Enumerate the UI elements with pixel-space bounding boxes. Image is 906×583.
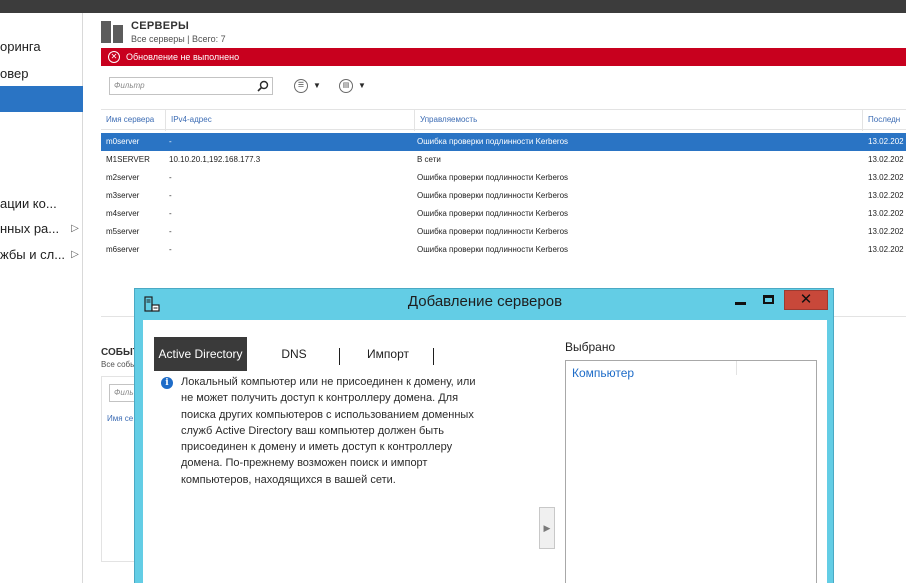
cell-name: m4server <box>106 209 140 218</box>
selected-label: Выбрано <box>565 340 616 354</box>
tab-separator <box>433 348 434 365</box>
nav-item[interactable]: овер <box>0 61 83 87</box>
cell-name: m3server <box>106 191 140 200</box>
save-icon: ▤ <box>339 79 353 93</box>
tab-import[interactable]: Импорт <box>348 337 428 371</box>
cell-date: 13.02.202 <box>868 209 904 218</box>
minimize-icon <box>735 302 746 305</box>
cell-status: Ошибка проверки подлинности Kerberos <box>417 227 569 236</box>
events-subtitle: Все собы <box>101 360 136 369</box>
maximize-icon <box>763 295 774 304</box>
column-separator <box>736 361 737 375</box>
cell-status: В сети <box>417 155 441 164</box>
cell-name: m5server <box>106 227 140 236</box>
selected-list[interactable]: Компьютер <box>565 360 817 583</box>
close-icon: ✕ <box>799 291 813 308</box>
cell-ip: - <box>169 245 172 254</box>
cell-ip: - <box>169 173 172 182</box>
expand-arrow-icon[interactable]: ▷ <box>70 216 80 242</box>
info-message: Локальный компьютер или не присоединен к… <box>181 374 521 488</box>
servers-grid-header: Имя сервера IPv4-адрес Управляемость Пос… <box>101 109 906 131</box>
servers-icon <box>101 21 125 43</box>
cell-date: 13.02.202 <box>868 245 904 254</box>
table-row[interactable]: m3server - Ошибка проверки подлинности Ker… <box>101 187 906 205</box>
info-line: домена. По-прежнему возможен поиск и имп… <box>181 457 428 470</box>
cell-status: Ошибка проверки подлинности Kerberos <box>417 245 569 254</box>
cell-ip: 10.10.20.1,192.168.177.3 <box>169 155 261 164</box>
events-column-header[interactable]: Имя се <box>101 414 133 423</box>
error-text: Обновление не выполнено <box>126 52 240 62</box>
cell-ip: - <box>169 209 172 218</box>
tab-active-directory[interactable]: Active Directory <box>154 337 247 371</box>
column-header-name[interactable]: Имя сервера <box>101 110 165 131</box>
table-row[interactable]: m4server - Ошибка проверки подлинности Ker… <box>101 205 906 223</box>
nav-item[interactable]: ации ко... <box>0 191 83 217</box>
save-query-button[interactable]: ▤ ▼ <box>339 79 369 93</box>
info-icon: i <box>161 377 173 389</box>
column-header-ipv4[interactable]: IPv4-адрес <box>165 110 414 131</box>
events-filter-placeholder: Филь <box>114 388 134 397</box>
table-row[interactable]: m0server - Ошибка проверки подлинности Ker… <box>101 133 906 151</box>
chevron-down-icon: ▼ <box>358 81 366 90</box>
list-options-button[interactable]: ☰ ▼ <box>294 79 324 93</box>
cell-name: M1SERVER <box>106 155 150 164</box>
cell-ip: - <box>169 191 172 200</box>
tab-separator <box>339 348 340 365</box>
info-line: Локальный компьютер или не присоединен к… <box>181 376 476 388</box>
servers-title: СЕРВЕРЫ <box>131 20 190 32</box>
cell-date: 13.02.202 <box>868 227 904 236</box>
cell-name: m6server <box>106 245 140 254</box>
close-button[interactable]: ✕ <box>784 290 828 310</box>
left-navigation: оринга овер ации ко... нных ра... ▷ жбы и сл.… <box>0 13 83 583</box>
table-row[interactable]: m5server - Ошибка проверки подлинности Ker… <box>101 223 906 241</box>
search-icon[interactable] <box>257 80 269 92</box>
column-header-last-update[interactable]: Последн <box>862 110 906 131</box>
info-line: присоединен к домену и иметь доступ к ко… <box>181 441 453 454</box>
maximize-button[interactable] <box>756 290 781 310</box>
cell-ip: - <box>169 227 172 236</box>
tab-dns[interactable]: DNS <box>265 337 323 371</box>
table-row[interactable]: m6server - Ошибка проверки подлинности Ker… <box>101 241 906 259</box>
cell-name: m2server <box>106 173 140 182</box>
servers-filter-input[interactable]: Фильтр <box>109 77 273 95</box>
cell-date: 13.02.202 <box>868 137 904 146</box>
dialog-content: Active Directory DNS Импорт i Локальный … <box>143 320 827 583</box>
info-line: не может получить доступ к контроллеру д… <box>181 392 459 405</box>
nav-item[interactable]: оринга <box>0 34 83 60</box>
cell-date: 13.02.202 <box>868 155 904 164</box>
arrow-right-icon: ▶ <box>543 523 551 533</box>
filter-placeholder: Фильтр <box>114 81 145 90</box>
cell-status: Ошибка проверки подлинности Kerberos <box>417 209 569 218</box>
cell-date: 13.02.202 <box>868 173 904 182</box>
list-icon: ☰ <box>294 79 308 93</box>
info-line: компьютеров, находящихся в вашей сети. <box>181 473 396 486</box>
cell-status: Ошибка проверки подлинности Kerberos <box>417 191 569 200</box>
nav-item[interactable] <box>0 86 83 112</box>
cell-ip: - <box>169 137 172 146</box>
cell-status: Ошибка проверки подлинности Kerberos <box>417 137 569 146</box>
servers-subtitle: Все серверы | Всего: 7 <box>131 34 226 44</box>
table-row[interactable]: m2server - Ошибка проверки подлинности Ker… <box>101 169 906 187</box>
info-line: поиска других компьютеров с использовани… <box>181 408 474 421</box>
chevron-down-icon: ▼ <box>313 81 321 90</box>
add-servers-dialog: Добавление серверов ✕ Active Directory D… <box>134 288 834 583</box>
column-header-manageability[interactable]: Управляемость <box>414 110 862 131</box>
selected-list-item[interactable]: Компьютер <box>572 366 634 380</box>
add-to-selected-button[interactable]: ▶ <box>539 507 555 549</box>
error-icon: ✕ <box>108 51 120 63</box>
top-title-bar <box>0 0 906 13</box>
error-banner[interactable]: ✕ Обновление не выполнено <box>101 48 906 66</box>
table-row[interactable]: M1SERVER 10.10.20.1,192.168.177.3 В сети 13… <box>101 151 906 169</box>
cell-name: m0server <box>106 137 140 146</box>
cell-date: 13.02.202 <box>868 191 904 200</box>
cell-status: Ошибка проверки подлинности Kerberos <box>417 173 569 182</box>
info-line: служб Active Directory ваш компьютер дол… <box>181 424 444 437</box>
expand-arrow-icon[interactable]: ▷ <box>70 242 80 268</box>
minimize-button[interactable] <box>729 290 752 310</box>
